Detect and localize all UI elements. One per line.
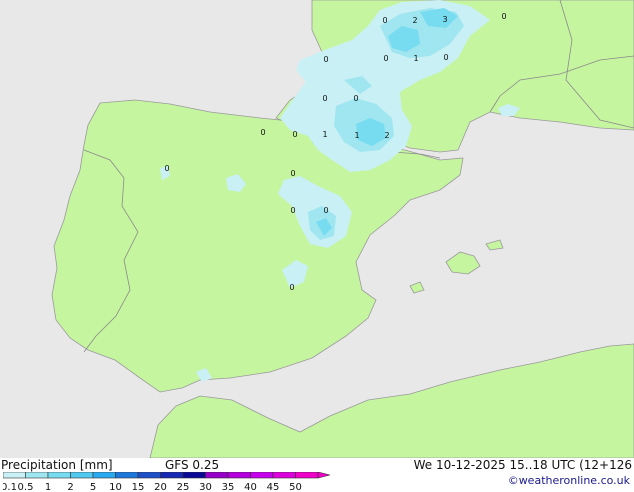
legend-label: 0.5 xyxy=(18,482,34,492)
legend-label: 45 xyxy=(267,482,280,492)
legend-color-box xyxy=(3,472,26,479)
legend-label: 5 xyxy=(90,482,96,492)
legend-label: 40 xyxy=(244,482,257,492)
map-value: 0 xyxy=(353,94,358,103)
map-value: 0 xyxy=(382,16,387,25)
legend-color-box xyxy=(250,472,274,479)
map-value: 0 xyxy=(323,55,328,64)
map-value: 0 xyxy=(289,283,294,292)
legend-color-box xyxy=(205,472,229,479)
footer: Precipitation [mm] GFS 0.25 We 10-12-202… xyxy=(0,458,634,492)
legend-color-box xyxy=(25,472,49,479)
legend-color-box xyxy=(182,472,206,479)
color-scale: 0.1 0.5 1 2 5 10 15 20 25 30 35 40 45 50 xyxy=(3,472,331,492)
model-name: GFS 0.25 xyxy=(165,458,220,472)
legend-color-box xyxy=(137,472,161,479)
legend-color-box xyxy=(227,472,251,479)
forecast-datetime: We 10-12-2025 15..18 UTC (12+126 xyxy=(413,458,632,472)
legend-label: 15 xyxy=(132,482,145,492)
map-value: 0 xyxy=(290,206,295,215)
legend-color-box xyxy=(272,472,296,479)
map-value: 0 xyxy=(322,94,327,103)
map-value: 0 xyxy=(292,130,297,139)
map-value: 0 xyxy=(383,54,388,63)
legend-label: 30 xyxy=(199,482,212,492)
precipitation-map: 0 2 3 0 0 0 1 0 0 0 0 1 1 2 0 0 0 0 0 0 xyxy=(0,0,634,458)
legend-title: Precipitation [mm] xyxy=(1,458,113,472)
legend-label: 10 xyxy=(109,482,122,492)
legend-color-box xyxy=(70,472,94,479)
legend-color-box xyxy=(115,472,139,479)
legend-color-box xyxy=(92,472,116,479)
legend-label: 2 xyxy=(67,482,73,492)
site-credit[interactable]: ©weatheronline.co.uk xyxy=(508,474,630,488)
legend-label: 1 xyxy=(45,482,51,492)
map-value: 0 xyxy=(323,206,328,215)
map-value: 3 xyxy=(442,15,447,24)
map-value: 2 xyxy=(384,131,389,140)
map-value: 0 xyxy=(290,169,295,178)
map-value: 0 xyxy=(164,164,169,173)
legend-label: 35 xyxy=(222,482,235,492)
legend-label: 25 xyxy=(177,482,190,492)
map-value: 1 xyxy=(354,131,359,140)
legend-label: 20 xyxy=(154,482,167,492)
map-value: 0 xyxy=(501,12,506,21)
legend-color-box xyxy=(47,472,71,479)
legend-color-box xyxy=(295,472,319,479)
map-value: 0 xyxy=(260,128,265,137)
legend-arrow xyxy=(317,472,331,479)
legend-color-box xyxy=(160,472,184,479)
legend-label: 0.1 xyxy=(3,482,17,492)
map-value: 2 xyxy=(412,16,417,25)
legend-label: 50 xyxy=(289,482,302,492)
map-value: 1 xyxy=(322,130,327,139)
map-value: 0 xyxy=(443,53,448,62)
map-value: 1 xyxy=(413,54,418,63)
